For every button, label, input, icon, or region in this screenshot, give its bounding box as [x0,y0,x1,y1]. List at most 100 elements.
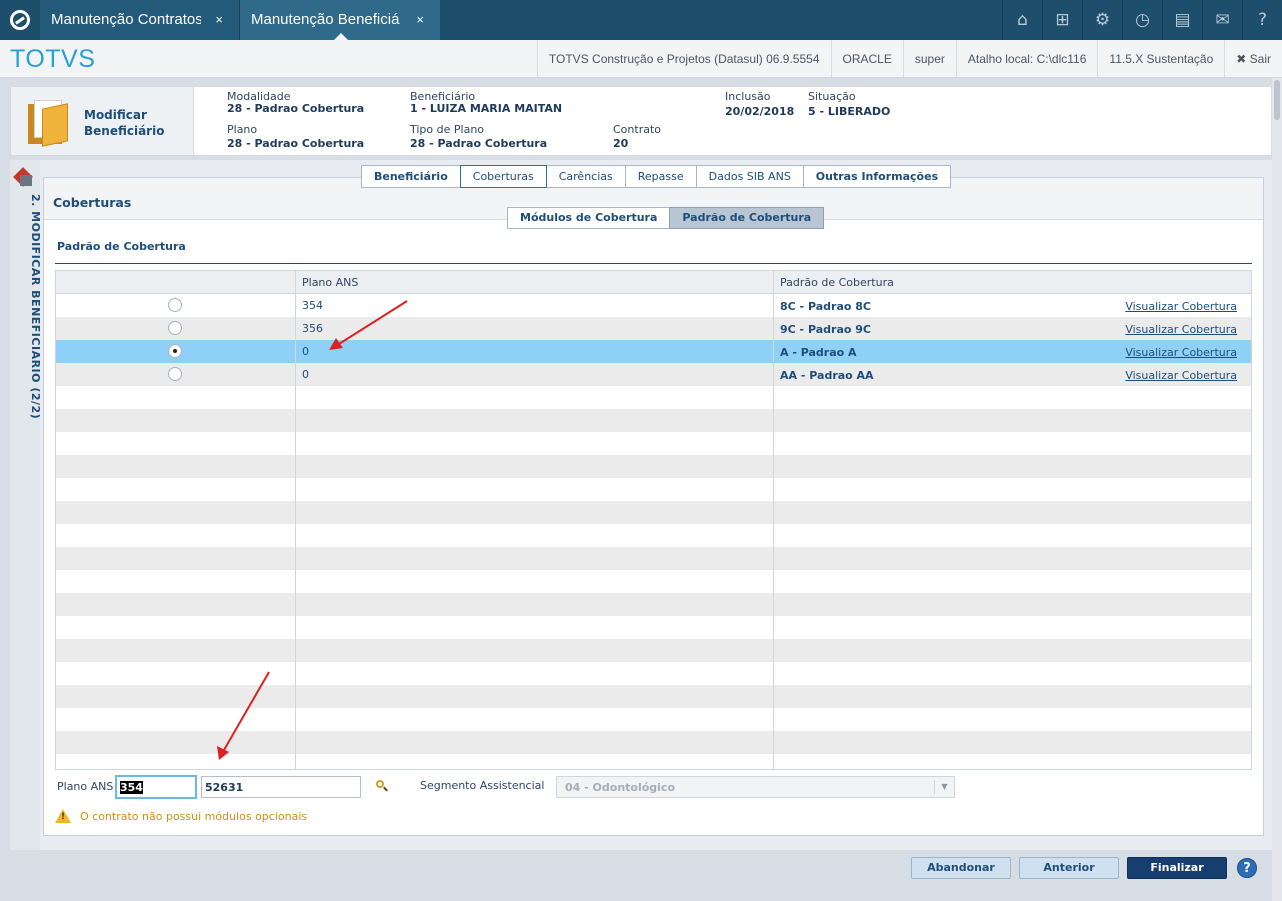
empty-row [56,570,1251,593]
wizard-step-icon [12,166,34,188]
section-subtitle: Padrão de Cobertura [57,240,186,253]
tab-repasse[interactable]: Repasse [625,165,697,188]
visualizar-cobertura-link[interactable]: Visualizar Cobertura [1125,369,1237,382]
active-tab-notch [334,33,348,40]
visualizar-cobertura-link[interactable]: Visualizar Cobertura [1125,346,1237,359]
visualizar-cobertura-link[interactable]: Visualizar Cobertura [1125,323,1237,336]
segmento-value: 04 - Odontológico [565,781,676,794]
table-row[interactable]: 0 AA - Padrao AA Visualizar Cobertura [56,363,1251,386]
plano-value: 28 - Padrao Cobertura [227,137,365,150]
help-icon[interactable]: ? [1242,0,1282,40]
wizard-step-rail: 2. MODIFICAR BENEFICIÁRIO (2/2) [10,160,42,850]
table-row[interactable]: 354 8C - Padrao 8C Visualizar Cobertura [56,294,1251,317]
shortcut-info: Atalho local: C:\dlc116 [955,40,1098,78]
empty-row [56,731,1251,754]
padrao-cobertura-grid: Plano ANS Padrão de Cobertura 354 8C - P… [55,270,1252,770]
table-row[interactable]: 356 9C - Padrao 9C Visualizar Cobertura [56,317,1251,340]
close-icon[interactable]: × [215,0,223,40]
warning-icon [55,809,71,823]
inclusao-label: Inclusão [725,90,771,103]
section-title: Coberturas [53,195,132,210]
home-icon[interactable]: ⌂ [1002,0,1042,40]
top-icon-bar: ⌂ ⊞ ⚙ ◷ ▤ ✉ ? [1002,0,1282,40]
padrao-cell: 8C - Padrao 8C [780,300,871,313]
chevron-down-icon[interactable]: ▼ [934,780,954,794]
empty-row [56,432,1251,455]
record-header: Modificar Beneficiário Modalidade 28 - P… [10,86,1272,156]
table-row-selected[interactable]: 0 A - Padrao A Visualizar Cobertura [56,340,1251,363]
modalidade-value: 28 - Padrao Cobertura [227,102,365,115]
page-scrollbar[interactable] [1272,78,1282,901]
row-radio-selected[interactable] [168,344,182,358]
version-info: 11.5.X Sustentação [1097,40,1224,78]
logout-button[interactable]: ✖ Sair [1224,40,1282,78]
tab-carencias[interactable]: Carências [546,165,626,188]
row-radio[interactable] [168,321,182,335]
abandon-button[interactable]: Abandonar [911,857,1011,879]
finish-button[interactable]: Finalizar [1127,857,1227,879]
segmento-select[interactable]: 04 - Odontológico ▼ [556,776,955,798]
contrato-label: Contrato [613,123,662,136]
segmento-label: Segmento Assistencial [420,779,545,792]
plano-ans-cell: 354 [302,299,323,312]
column-divider [295,271,296,769]
window-tab-contratos[interactable]: Manutenção Contratos × [40,0,240,40]
mail-icon[interactable]: ✉ [1202,0,1242,40]
page-title-area: Modificar Beneficiário [11,87,194,155]
padrao-cell: 9C - Padrao 9C [780,323,871,336]
empty-row [56,662,1251,685]
empty-row [56,616,1251,639]
inclusao-value: 20/02/2018 [725,105,795,118]
empty-row [56,501,1251,524]
empty-row [56,685,1251,708]
row-radio[interactable] [168,298,182,312]
user-info: super [902,40,956,78]
sub-tabs: Módulos de Cobertura Padrão de Cobertura [507,207,825,229]
empty-row [56,547,1251,570]
empty-row [56,639,1251,662]
empty-row [56,409,1251,432]
plano-ans-code-input[interactable]: 52631 [201,776,361,798]
search-icon[interactable] [376,780,388,792]
page-title: Modificar Beneficiário [84,108,165,138]
empty-row [56,754,1251,769]
help-icon[interactable]: ? [1237,858,1257,878]
visualizar-cobertura-link[interactable]: Visualizar Cobertura [1125,300,1237,313]
warning-message: O contrato não possui módulos opcionais [80,810,308,823]
tab-dados-sib-ans[interactable]: Dados SIB ANS [696,165,804,188]
top-bar: Manutenção Contratos × Manutenção Benefi… [0,0,1282,40]
database-info: ORACLE [830,40,903,78]
situacao-value: 5 - LIBERADO [808,105,891,118]
plano-ans-cell: 0 [302,345,309,358]
tab-coberturas[interactable]: Coberturas [459,165,547,188]
close-icon[interactable]: × [416,0,424,40]
tipo-plano-label: Tipo de Plano [410,123,485,136]
column-divider [773,271,774,769]
tab-modulos-cobertura[interactable]: Módulos de Cobertura [507,207,671,229]
window-tab-beneficiario[interactable]: Manutenção Beneficiá × [240,0,440,40]
sitemap-icon[interactable]: ⊞ [1042,0,1082,40]
tab-outras-informacoes[interactable]: Outras Informações [803,165,952,188]
plano-label: Plano [227,123,258,136]
previous-button[interactable]: Anterior [1019,857,1119,879]
plano-ans-input[interactable]: 354 [115,775,197,799]
situacao-label: Situação [808,90,856,103]
window-tab-label: Manutenção Beneficiá [251,11,400,28]
grid-header: Plano ANS Padrão de Cobertura [56,271,1251,294]
brand-bar: TOTVS TOTVS Construção e Projetos (Datas… [0,40,1282,78]
plano-ans-cell: 0 [302,368,309,381]
gear-icon[interactable]: ⚙ [1082,0,1122,40]
brand-logo: TOTVS [10,45,96,73]
clock-icon[interactable]: ◷ [1122,0,1162,40]
column-header-plano-ans: Plano ANS [302,276,359,289]
product-info: TOTVS Construção e Projetos (Datasul) 06… [536,40,831,78]
beneficiario-value: 1 - LUIZA MARIA MAITAN [410,102,563,115]
tab-beneficiario[interactable]: Beneficiário [361,165,461,188]
document-icon[interactable]: ▤ [1162,0,1202,40]
row-radio[interactable] [168,367,182,381]
tab-padrao-cobertura[interactable]: Padrão de Cobertura [669,207,825,229]
totvs-logo-icon[interactable] [0,0,40,40]
empty-row [56,478,1251,501]
window-tab-label: Manutenção Contratos [51,11,201,28]
scrollbar-thumb[interactable] [1274,80,1280,120]
